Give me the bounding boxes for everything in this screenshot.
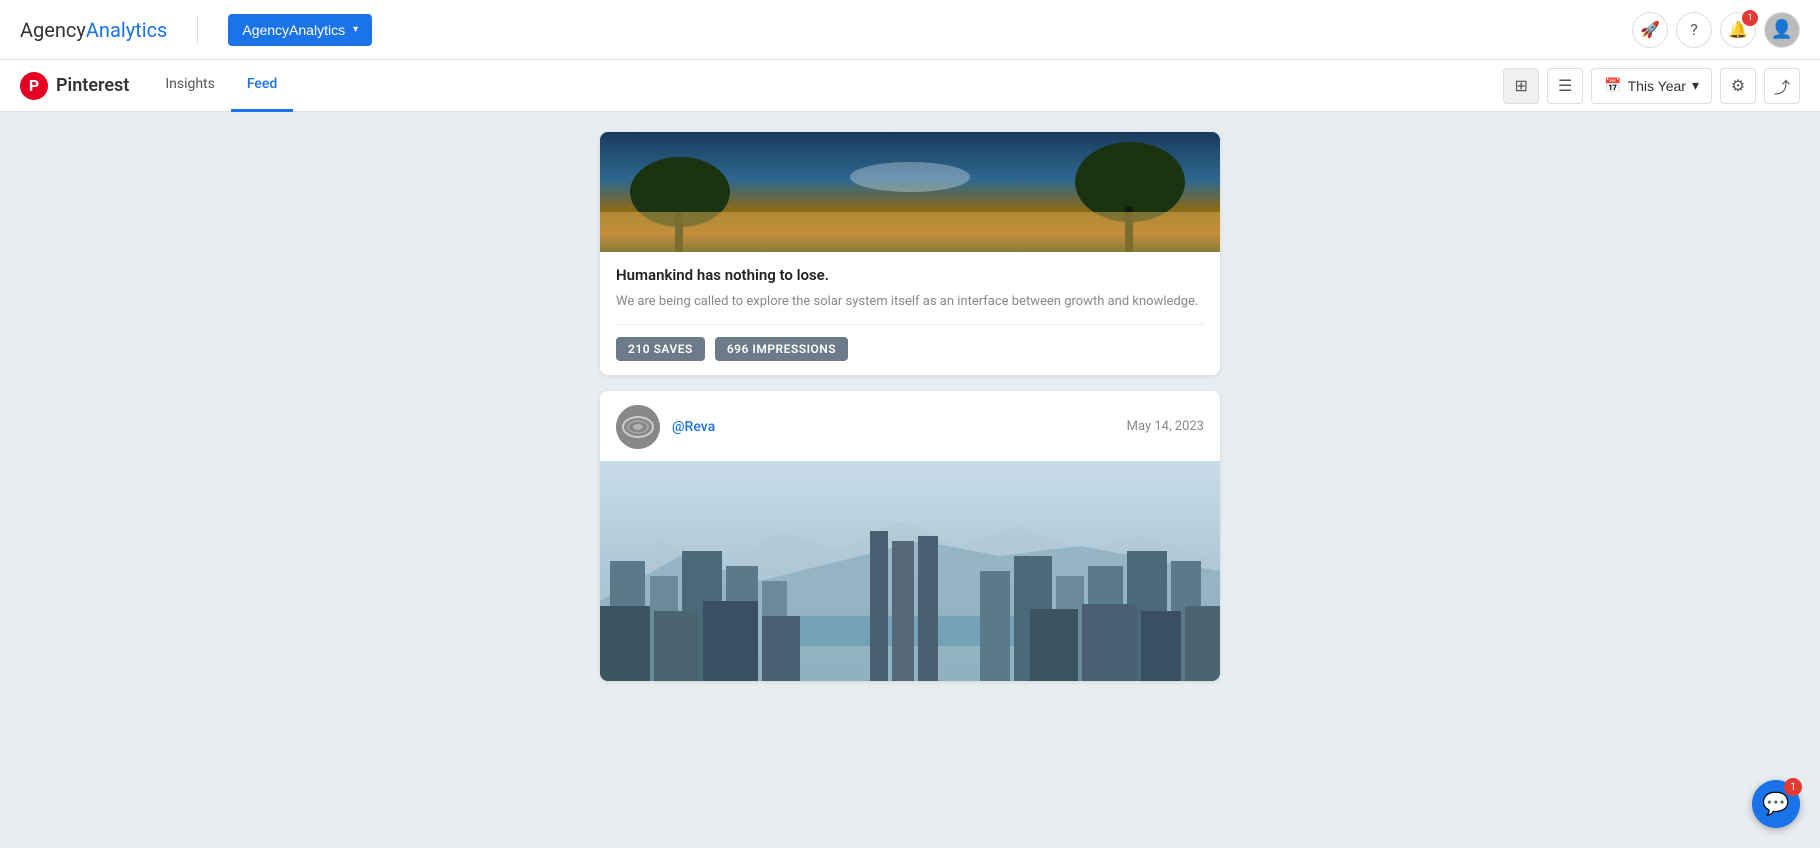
help-icon: ? [1690,20,1698,39]
notifications-button[interactable]: 🔔 1 [1720,12,1756,48]
date-filter-button[interactable]: 📅 This Year ▾ [1591,68,1712,104]
pinterest-p-letter: P [29,76,39,95]
rocket-button[interactable]: 🚀 [1632,12,1668,48]
brand-logo: AgencyAnalytics [20,18,167,42]
top-nav: AgencyAnalytics AgencyAnalytics ▾ 🚀 ? 🔔 … [0,0,1820,60]
nav-tabs: Insights Feed [149,60,293,111]
user-avatar[interactable]: 👤 [1764,12,1800,48]
agency-dropdown[interactable]: AgencyAnalytics ▾ [228,14,372,46]
post-body-1: Humankind has nothing to lose. We are be… [600,252,1220,375]
help-button[interactable]: ? [1676,12,1712,48]
post-card-1: Humankind has nothing to lose. We are be… [600,132,1220,375]
date-filter-label: This Year [1628,78,1686,94]
post-username-2: @Reva [672,419,715,435]
share-icon: ⤴ [1774,74,1790,98]
grid-view-button[interactable]: ⊞ [1503,68,1539,104]
beach-svg [600,132,1220,252]
chat-icon: 💬 [1762,792,1789,817]
share-button[interactable]: ⤴ [1764,68,1800,104]
post-date-2: May 14, 2023 [1127,419,1204,434]
post-divider-1 [616,324,1204,325]
impressions-badge: 696 IMPRESSIONS [715,337,848,361]
platform-name: Pinterest [56,75,129,96]
post-desc-1: We are being called to explore the solar… [616,292,1204,312]
saves-count: 210 [628,342,650,356]
brand-agency: Agency [20,18,86,42]
list-icon: ☰ [1558,76,1572,95]
brand-analytics: Analytics [86,18,168,42]
notification-badge: 1 [1742,10,1758,26]
post-author-2: @Reva [616,405,715,449]
pinterest-icon: P [20,72,48,100]
rocket-icon: 🚀 [1640,20,1660,39]
post-image-1 [600,132,1220,252]
post-header-2: @Reva May 14, 2023 [600,391,1220,461]
grid-icon: ⊞ [1514,76,1527,95]
city-svg [600,461,1220,681]
tab-feed[interactable]: Feed [231,60,293,112]
chat-bubble[interactable]: 💬 1 [1752,780,1800,828]
calendar-icon: 📅 [1604,77,1621,94]
post-title-1: Humankind has nothing to lose. [616,266,1204,284]
date-chevron-icon: ▾ [1692,77,1699,94]
filter-icon: ⚙ [1731,76,1745,95]
feed-column: Humankind has nothing to lose. We are be… [600,132,1220,828]
impressions-count: 696 [727,342,749,356]
sub-nav: P Pinterest Insights Feed ⊞ ☰ 📅 This Yea… [0,60,1820,112]
chat-badge: 1 [1784,778,1802,796]
post-avatar-2 [616,405,660,449]
post-card-2: @Reva May 14, 2023 [600,391,1220,681]
saves-badge: 210 SAVES [616,337,705,361]
post-image-2 [600,461,1220,681]
main-content: Humankind has nothing to lose. We are be… [0,112,1820,848]
filter-button[interactable]: ⚙ [1720,68,1756,104]
tab-insights[interactable]: Insights [149,60,231,112]
sub-nav-actions: ⊞ ☰ 📅 This Year ▾ ⚙ ⤴ [1503,68,1800,104]
nav-icons: 🚀 ? 🔔 1 👤 [1632,12,1800,48]
pinterest-logo: P Pinterest [20,72,129,100]
avatar-svg [616,405,660,449]
chevron-down-icon: ▾ [353,24,358,35]
nav-divider [197,15,198,45]
list-view-button[interactable]: ☰ [1547,68,1583,104]
user-icon: 👤 [1771,19,1793,40]
agency-dropdown-label: AgencyAnalytics [242,22,345,38]
post-stats-1: 210 SAVES 696 IMPRESSIONS [616,337,1204,361]
